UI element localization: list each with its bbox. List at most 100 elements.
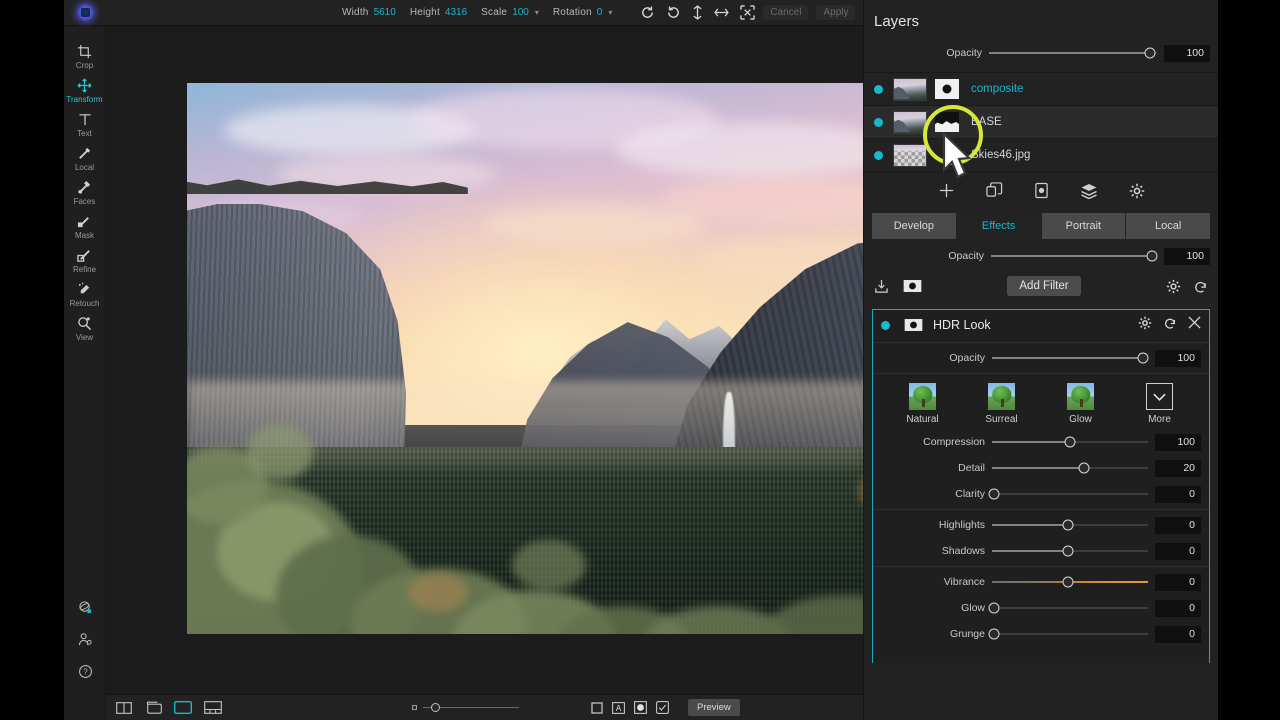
slider-value[interactable]: 100: [1155, 433, 1201, 451]
layer-name[interactable]: Skies46.jpg: [971, 149, 1030, 161]
canvas-area[interactable]: [106, 26, 926, 694]
zoom-track[interactable]: [423, 703, 519, 712]
slider-track[interactable]: [988, 595, 1148, 621]
rotation-value[interactable]: 0: [597, 7, 603, 18]
slider-value[interactable]: 0: [1155, 573, 1201, 591]
slider-track[interactable]: [992, 512, 1148, 538]
before-after-a-icon[interactable]: A: [612, 701, 625, 714]
add-filter-button[interactable]: Add Filter: [1007, 276, 1081, 296]
fit-to-screen-icon[interactable]: [740, 5, 756, 20]
filter-opacity-value[interactable]: 100: [1155, 349, 1201, 367]
preview-button[interactable]: Preview: [688, 699, 740, 716]
tool-view[interactable]: View: [64, 310, 106, 344]
import-preset-icon[interactable]: [874, 279, 889, 294]
layer-thumbnail[interactable]: [893, 110, 927, 134]
zoom-knob-icon[interactable]: [431, 703, 440, 712]
slider-track[interactable]: [992, 569, 1148, 595]
cancel-button[interactable]: Cancel: [763, 5, 809, 20]
3d-orbit-icon[interactable]: [78, 600, 93, 620]
slider-value[interactable]: 0: [1155, 625, 1201, 643]
slider-value[interactable]: 0: [1155, 485, 1201, 503]
scale-value[interactable]: 100: [512, 7, 529, 18]
slider-track[interactable]: [992, 455, 1148, 481]
tool-transform[interactable]: Transform: [64, 72, 106, 106]
layer-thumbnail[interactable]: [893, 77, 927, 101]
effects-opacity-knob[interactable]: [1146, 250, 1158, 262]
layers-opacity-track[interactable]: [989, 40, 1157, 66]
help-icon[interactable]: ?: [78, 664, 93, 684]
layer-row-base[interactable]: BASE: [864, 105, 1218, 138]
compare-square-icon[interactable]: [591, 701, 603, 714]
split-view-icon[interactable]: [116, 701, 132, 714]
slider-row-glow[interactable]: Glow 0: [873, 595, 1209, 621]
tool-crop[interactable]: Crop: [64, 38, 106, 72]
reset-icon[interactable]: [1163, 316, 1177, 335]
height-value[interactable]: 4316: [445, 7, 467, 18]
merge-layers-icon[interactable]: [1080, 183, 1098, 199]
slider-track[interactable]: [988, 481, 1148, 507]
filter-opacity-track[interactable]: [992, 345, 1149, 371]
slider-track[interactable]: [992, 429, 1148, 455]
slider-row-detail[interactable]: Detail 20: [873, 455, 1209, 481]
slider-knob[interactable]: [988, 488, 1000, 500]
slider-row-compression[interactable]: Compression 100: [873, 429, 1209, 455]
tool-retouch[interactable]: Retouch: [64, 276, 106, 310]
browser-view-icon[interactable]: [174, 701, 192, 714]
preset-surreal[interactable]: Surreal: [971, 383, 1033, 425]
effects-opacity-value[interactable]: 100: [1164, 247, 1210, 265]
filter-mask-icon[interactable]: [904, 318, 923, 332]
tool-faces[interactable]: Faces: [64, 174, 106, 208]
rotation-chevron-down-icon[interactable]: ▾: [608, 8, 612, 17]
filter-name[interactable]: HDR Look: [933, 318, 991, 332]
slider-row-shadows[interactable]: Shadows 0: [873, 538, 1209, 564]
layer-mask-thumbnail[interactable]: [935, 79, 959, 99]
checkmark-box-icon[interactable]: [656, 701, 669, 714]
filter-mask-icon[interactable]: [903, 279, 922, 293]
tab-portrait[interactable]: Portrait: [1041, 213, 1126, 239]
width-value[interactable]: 5610: [374, 7, 396, 18]
tab-local[interactable]: Local: [1126, 213, 1210, 239]
preset-more[interactable]: More: [1129, 383, 1191, 425]
width-field-group[interactable]: Width 5610: [342, 7, 396, 18]
slider-row-vibrance[interactable]: Vibrance 0: [873, 569, 1209, 595]
tab-effects[interactable]: Effects: [956, 213, 1041, 239]
single-view-icon[interactable]: [144, 701, 162, 714]
preset-glow[interactable]: Glow: [1050, 383, 1112, 425]
filmstrip-view-icon[interactable]: [204, 701, 222, 714]
slider-value[interactable]: 0: [1155, 599, 1201, 617]
slider-row-highlights[interactable]: Highlights 0: [873, 512, 1209, 538]
slider-knob[interactable]: [1062, 576, 1074, 588]
tool-mask[interactable]: Mask: [64, 208, 106, 242]
layer-mask-thumbnail[interactable]: [935, 112, 959, 132]
filter-header[interactable]: HDR Look: [873, 310, 1209, 340]
flip-vertical-icon[interactable]: [692, 5, 703, 20]
layer-visibility-icon[interactable]: [874, 150, 883, 160]
filter-opacity-row[interactable]: Opacity 100: [873, 345, 1209, 371]
preset-natural[interactable]: Natural: [892, 383, 954, 425]
layer-mask-icon[interactable]: [1034, 182, 1049, 199]
slider-knob[interactable]: [1062, 545, 1074, 557]
add-layer-icon[interactable]: [938, 182, 955, 199]
layer-settings-icon[interactable]: [1129, 183, 1145, 199]
height-field-group[interactable]: Height 4316: [410, 7, 467, 18]
gear-icon[interactable]: [1166, 279, 1181, 294]
effects-opacity-row[interactable]: Opacity 100: [864, 243, 1218, 269]
scale-field-group[interactable]: Scale 100 ▾: [481, 7, 539, 18]
slider-knob[interactable]: [1062, 519, 1074, 531]
tool-refine[interactable]: Refine: [64, 242, 106, 276]
layers-opacity-knob[interactable]: [1144, 47, 1156, 59]
layer-name[interactable]: BASE: [971, 116, 1002, 128]
apply-button[interactable]: Apply: [816, 5, 856, 20]
filter-enabled-icon[interactable]: [881, 320, 890, 330]
effects-opacity-track[interactable]: [991, 243, 1158, 269]
layer-row-skies[interactable]: Skies46.jpg: [864, 138, 1218, 171]
slider-track[interactable]: [992, 538, 1148, 564]
gear-icon[interactable]: [1138, 316, 1152, 335]
slider-row-clarity[interactable]: Clarity 0: [873, 481, 1209, 507]
slider-value[interactable]: 0: [1155, 542, 1201, 560]
slider-value[interactable]: 0: [1155, 516, 1201, 534]
slider-value[interactable]: 20: [1155, 459, 1201, 477]
layer-visibility-icon[interactable]: [874, 117, 883, 127]
flip-horizontal-icon[interactable]: [714, 7, 730, 18]
layers-opacity-value[interactable]: 100: [1164, 44, 1210, 62]
